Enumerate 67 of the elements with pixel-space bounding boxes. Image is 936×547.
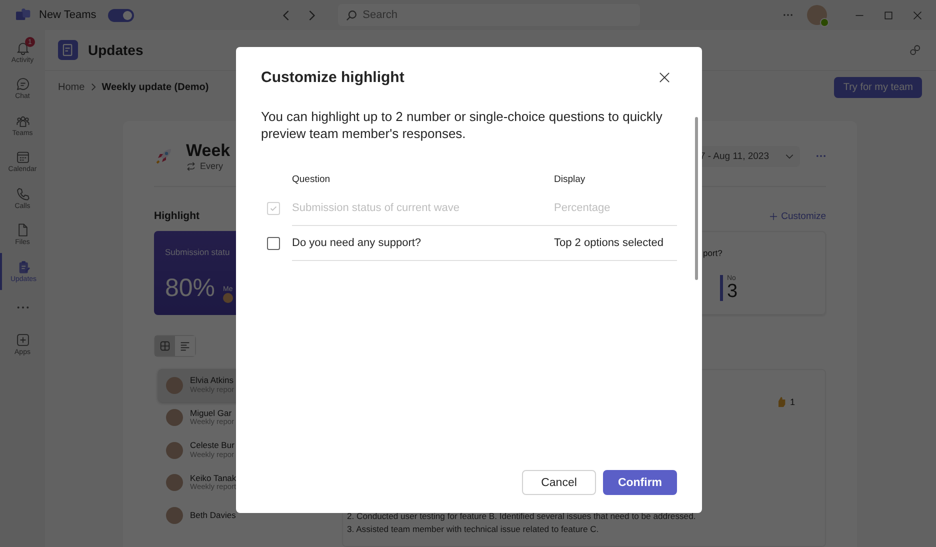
toggle-switch[interactable] [108,8,134,22]
chevron-right-icon [90,83,96,91]
clipboard-icon [16,260,30,274]
chevron-down-icon [785,154,794,158]
people-icon [16,114,30,128]
checkbox[interactable] [267,237,280,250]
breadcrumb-link[interactable]: Weekly update (Demo) [102,82,209,92]
avatar-icon [166,442,183,459]
avatar-icon [166,506,183,524]
highlight-label: port? [703,248,722,258]
confirm-button[interactable]: Confirm [603,470,677,495]
highlight-label: Submission statu [165,247,230,257]
grid-view-button[interactable] [155,336,175,356]
report-line: 2. Conducted user testing for feature B. Identified several issues that need to be addressed. [347,510,697,523]
highlight-heading: Highlight [154,210,200,222]
breadcrumb-link[interactable]: Home [58,82,85,92]
report-line: 3. Assisted team member with technical issue related to feature C. [347,523,600,536]
phone-icon [16,186,30,201]
chat-icon [16,77,30,92]
option-count: 3 [727,282,738,301]
scrollbar[interactable] [695,117,698,280]
avatar-icon [166,376,183,394]
option-bar [720,275,723,301]
display-text: Percentage [554,202,612,214]
question-text: Submission status of current wave [292,202,461,214]
customize-link[interactable]: Customize [770,210,826,222]
bell-icon [16,40,30,55]
file-icon [16,223,30,238]
reaction-count: 1 [790,397,795,407]
updates-app-icon [58,40,78,60]
dialog-title: Customize highlight [261,69,404,86]
user-avatar[interactable] [807,5,828,25]
percentage-value: 80% [165,274,216,303]
list-icon [180,341,190,351]
more-options-icon[interactable] [783,13,794,17]
checkmark-icon [269,204,278,213]
avatar-icon [166,409,183,426]
search-icon [346,10,357,20]
try-for-my-team-button[interactable]: Try for my team [834,76,922,98]
people-link-icon[interactable] [909,44,922,56]
member-list-item[interactable]: Beth Davies [158,499,328,532]
recurrence-text: Every [200,161,224,171]
maximize-icon[interactable] [884,10,894,20]
close-icon[interactable] [659,72,670,83]
report-title: Week [186,141,230,161]
calendar-icon [16,150,30,164]
question-text: Do you need any support? [292,237,422,249]
rocket-icon [154,146,174,166]
page-title: Updates [88,42,144,58]
presence-dot-icon [820,18,830,27]
teams-logo-icon [16,8,31,22]
more-apps-icon [16,305,30,310]
app-label: New Teams [39,9,96,21]
repeat-icon [186,162,196,170]
more-options-icon[interactable] [816,154,826,158]
dialog-description: You can highlight up to 2 number or single-choice questions to quickly preview team member's responses. [261,108,664,142]
add-apps-icon [16,332,30,347]
close-window-icon[interactable] [913,10,922,20]
grid-icon [160,341,170,351]
thumbs-up-icon[interactable] [776,396,786,408]
column-header: Question [292,174,332,184]
cancel-button[interactable]: Cancel [522,470,596,495]
avatar-icon [166,474,183,492]
plus-icon [770,212,778,220]
display-text: Top 2 options selected [554,237,664,249]
column-header: Display [554,174,586,184]
avatar-icon [223,293,234,303]
